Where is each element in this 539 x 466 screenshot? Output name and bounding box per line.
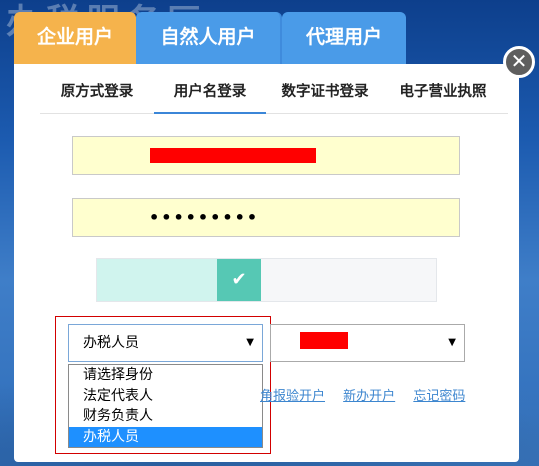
open-account-link[interactable]: 角报验开户 [260,389,325,404]
role-tabs: 企业用户 自然人用户 代理用户 [14,12,406,64]
login-method-tabs: 原方式登录 用户名登录 数字证书登录 电子营业执照 [40,78,508,114]
tab-business-license-login[interactable]: 电子营业执照 [384,78,502,114]
tab-original-login[interactable]: 原方式登录 [40,78,154,114]
account-links: 角报验开户 新办开户 忘记密码 [260,385,465,404]
redaction-block [150,148,316,163]
option-finance-officer[interactable]: 财务负责人 [69,406,262,427]
check-icon[interactable]: ✔ [217,259,261,301]
new-account-link[interactable]: 新办开户 [343,389,395,404]
tab-natural-person-user[interactable]: 自然人用户 [136,12,282,64]
password-input[interactable]: ••••••••• [72,198,460,237]
option-select-identity[interactable]: 请选择身份 [69,365,262,386]
slider-captcha[interactable]: ✔ [96,258,437,302]
tab-agent-user[interactable]: 代理用户 [282,12,406,64]
caret-down-icon: ▼ [448,337,456,348]
identity-select[interactable]: 办税人员 ▼ [68,324,263,362]
forgot-password-link[interactable]: 忘记密码 [413,389,465,404]
identity-dropdown-list: 请选择身份 法定代表人 财务负责人 办税人员 [68,364,263,448]
tab-username-login[interactable]: 用户名登录 [154,78,266,114]
caret-down-icon: ▼ [246,337,254,348]
redaction-block [300,332,348,349]
option-tax-officer[interactable]: 办税人员 [69,426,262,447]
tab-enterprise-user[interactable]: 企业用户 [14,12,136,64]
close-icon[interactable]: ✕ [503,46,535,78]
identity-select-value: 办税人员 [83,335,139,351]
login-panel: 原方式登录 用户名登录 数字证书登录 电子营业执照 ••••••••• ✔ 办税… [14,64,519,462]
tab-certificate-login[interactable]: 数字证书登录 [266,78,384,114]
option-legal-representative[interactable]: 法定代表人 [69,386,262,407]
